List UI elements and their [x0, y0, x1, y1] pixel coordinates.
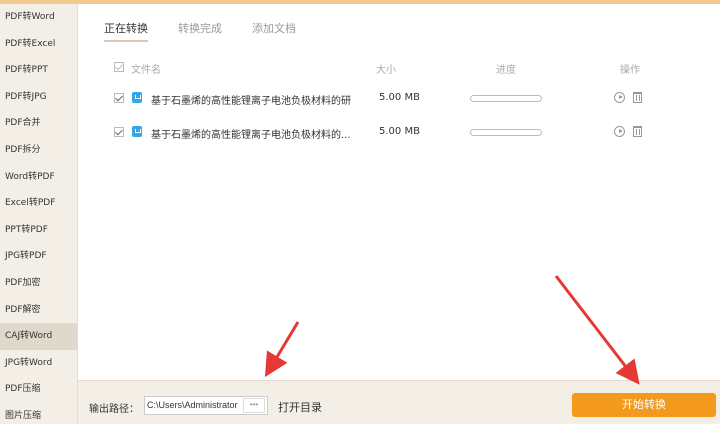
progress-bar: [470, 95, 542, 102]
table-row: 基于石墨烯的高性能锂离子电池负极材料的研 5.00 MB: [114, 89, 684, 109]
tab-bar: 正在转换 转换完成 添加文档: [104, 20, 326, 42]
file-size: 5.00 MB: [379, 92, 420, 103]
sidebar-item-pdf-to-ppt[interactable]: PDF转PPT: [0, 57, 77, 84]
open-directory-link[interactable]: 打开目录: [278, 399, 322, 415]
table-row: 基于石墨烯的高性能锂离子电池负极材料的... 5.00 MB: [114, 123, 684, 143]
browse-button[interactable]: •••: [243, 398, 265, 413]
sidebar-item-pdf-to-excel[interactable]: PDF转Excel: [0, 31, 77, 58]
file-size: 5.00 MB: [379, 126, 420, 137]
table-header: 文件名 大小 进度 操作: [114, 61, 684, 79]
select-all-checkbox[interactable]: [114, 62, 124, 72]
header-filename: 文件名: [131, 65, 161, 76]
tab-add-document[interactable]: 添加文档: [252, 20, 296, 42]
start-conversion-button[interactable]: 开始转换: [572, 393, 716, 417]
tab-converted[interactable]: 转换完成: [178, 20, 222, 42]
tab-converting[interactable]: 正在转换: [104, 20, 148, 42]
file-name: 基于石墨烯的高性能锂离子电池负极材料的...: [151, 130, 351, 141]
file-icon: [132, 92, 142, 103]
trash-icon[interactable]: [633, 126, 642, 137]
play-icon[interactable]: [614, 126, 625, 137]
main-panel: 正在转换 转换完成 添加文档 文件名 大小 进度 操作 基于石墨烯的高性能锂离子…: [78, 4, 720, 380]
sidebar-item-pdf-merge[interactable]: PDF合并: [0, 110, 77, 137]
sidebar-item-pdf-to-word[interactable]: PDF转Word: [0, 4, 77, 31]
play-icon[interactable]: [614, 92, 625, 103]
trash-icon[interactable]: [633, 92, 642, 103]
sidebar-item-pdf-split[interactable]: PDF拆分: [0, 137, 77, 164]
output-path-label: 输出路径：: [89, 404, 139, 415]
header-progress: 进度: [496, 65, 516, 76]
sidebar-item-excel-to-pdf[interactable]: Excel转PDF: [0, 190, 77, 217]
file-name: 基于石墨烯的高性能锂离子电池负极材料的研: [151, 96, 351, 107]
header-size: 大小: [376, 65, 396, 76]
sidebar: PDF转Word PDF转Excel PDF转PPT PDF转JPG PDF合并…: [0, 4, 78, 424]
sidebar-item-word-to-pdf[interactable]: Word转PDF: [0, 164, 77, 191]
header-actions: 操作: [620, 65, 640, 76]
sidebar-item-jpg-to-word[interactable]: JPG转Word: [0, 350, 77, 377]
row-checkbox[interactable]: [114, 93, 124, 103]
sidebar-item-image-compress[interactable]: 图片压缩: [0, 403, 77, 424]
file-icon: [132, 126, 142, 137]
row-checkbox[interactable]: [114, 127, 124, 137]
progress-bar: [470, 129, 542, 136]
sidebar-item-jpg-to-pdf[interactable]: JPG转PDF: [0, 243, 77, 270]
sidebar-item-ppt-to-pdf[interactable]: PPT转PDF: [0, 217, 77, 244]
sidebar-item-caj-to-word[interactable]: CAJ转Word: [0, 323, 77, 350]
sidebar-item-pdf-compress[interactable]: PDF压缩: [0, 376, 77, 403]
sidebar-item-pdf-decrypt[interactable]: PDF解密: [0, 297, 77, 324]
sidebar-item-pdf-to-jpg[interactable]: PDF转JPG: [0, 84, 77, 111]
sidebar-item-pdf-encrypt[interactable]: PDF加密: [0, 270, 77, 297]
bottom-bar: 输出路径： C:\Users\Administrator ••• 打开目录 开始…: [78, 380, 720, 424]
